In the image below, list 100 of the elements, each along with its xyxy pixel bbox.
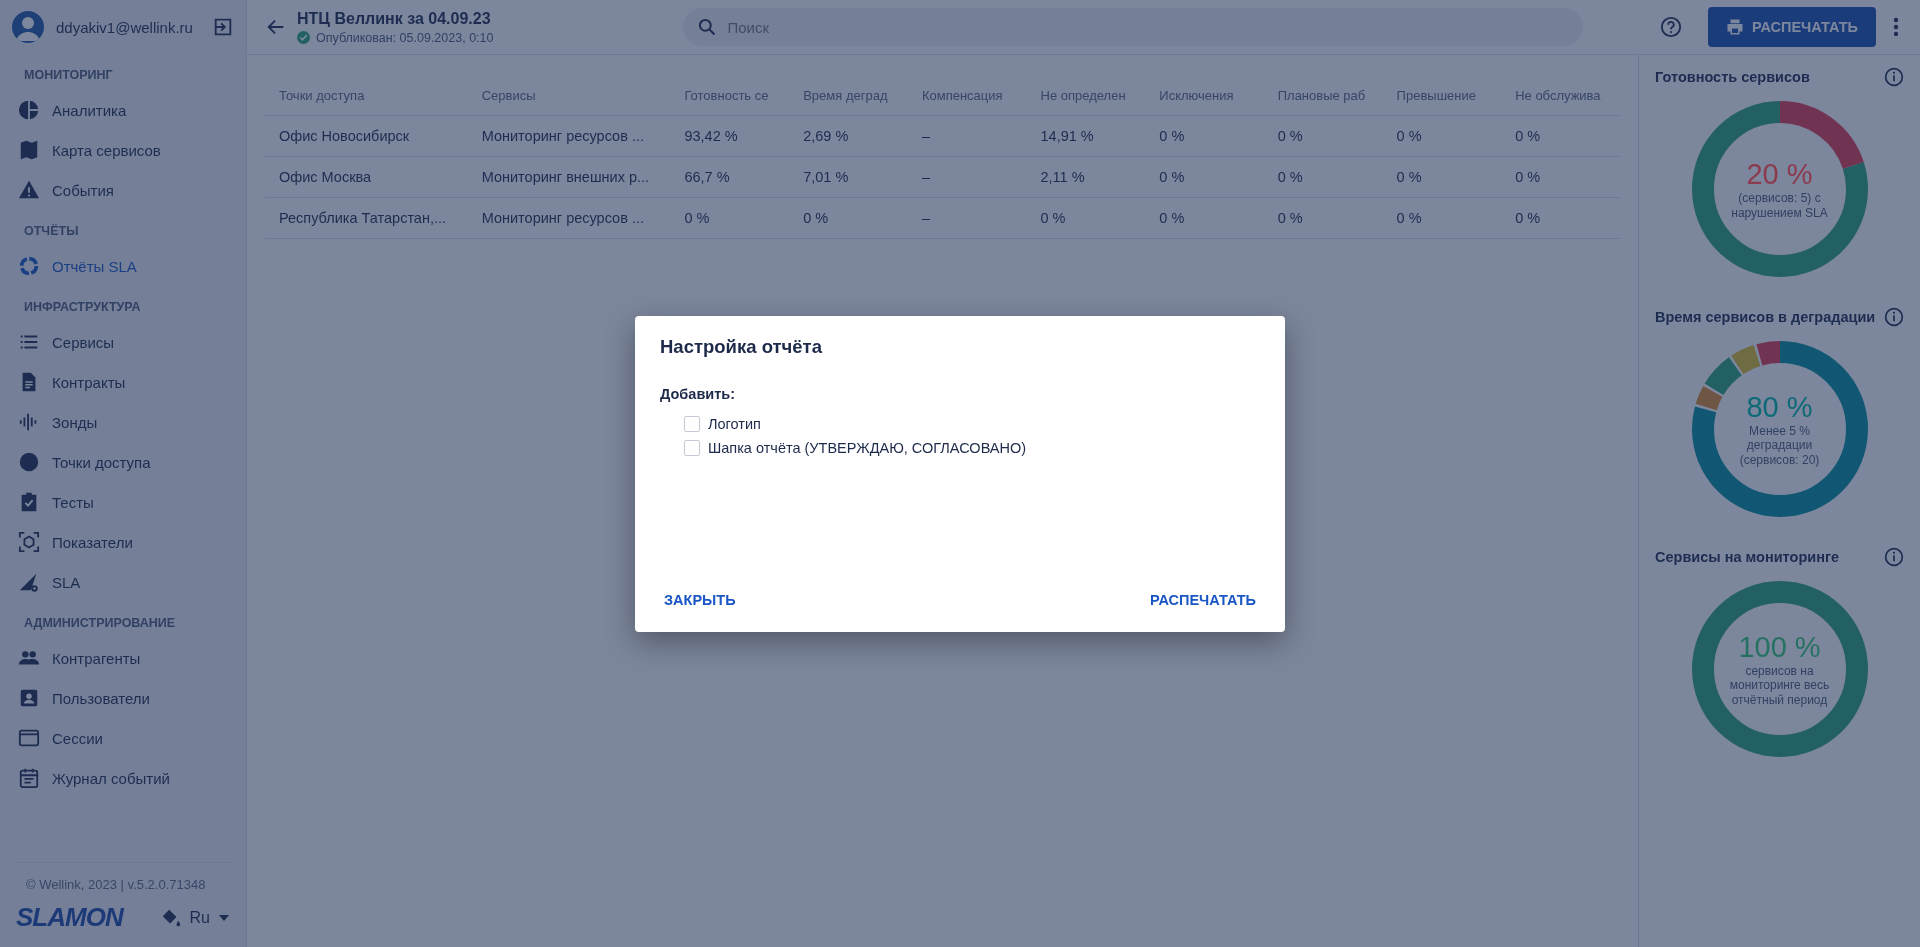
- table-cell: –: [907, 115, 1027, 157]
- caret-icon[interactable]: [218, 913, 230, 922]
- table-cell: 0 %: [1263, 115, 1383, 157]
- sidebar-item[interactable]: Контрагенты: [0, 638, 246, 678]
- table-cell: Мониторинг ресурсов ...: [467, 197, 671, 239]
- print-button[interactable]: РАСПЕЧАТАТЬ: [1146, 586, 1260, 614]
- dialog-label: Добавить:: [660, 386, 737, 402]
- check-circle-icon: [297, 31, 310, 44]
- widget-title: Сервисы на мониторинге: [1655, 549, 1839, 565]
- map-icon: [18, 139, 40, 161]
- window-icon: [18, 727, 40, 749]
- section-heading: ИНФРАСТРУКТУРА: [23, 299, 142, 316]
- widget-caption: Менее 5 % деградации (сервисов: 20): [1738, 423, 1821, 468]
- sidebar-item[interactable]: Показатели: [0, 522, 246, 562]
- print-button[interactable]: РАСПЕЧАТАТЬ: [1708, 7, 1876, 47]
- table-cell: 93,42 %: [670, 115, 790, 157]
- column-header[interactable]: Сервисы: [467, 75, 671, 116]
- column-header[interactable]: Компенсация: [907, 75, 1027, 116]
- checkbox-label[interactable]: Логотип: [708, 416, 761, 432]
- widget-title: Готовность сервисов: [1655, 69, 1810, 85]
- table-cell: –: [907, 156, 1027, 198]
- sidebar-item[interactable]: Точки доступа: [0, 442, 246, 482]
- section-heading: МОНИТОРИНГ: [23, 67, 114, 84]
- sidebar-item[interactable]: Зонды: [0, 402, 246, 442]
- info-icon[interactable]: [1884, 547, 1904, 567]
- language-selector[interactable]: Ru: [189, 908, 210, 927]
- column-header[interactable]: Исключения: [1145, 75, 1264, 116]
- table-cell: –: [907, 197, 1027, 239]
- user-card-icon: [18, 687, 40, 709]
- sidebar-item[interactable]: Тесты: [0, 482, 246, 522]
- column-header[interactable]: Не обслужива: [1501, 75, 1620, 116]
- printer-icon: [1726, 18, 1744, 36]
- table-cell: 0 %: [1382, 197, 1502, 239]
- section-heading: ОТЧЁТЫ: [23, 223, 80, 240]
- column-header[interactable]: Не определен: [1026, 75, 1146, 116]
- checkbox-label[interactable]: Шапка отчёта (УТВЕРЖДАЮ, СОГЛАСОВАНО): [708, 440, 1027, 456]
- sidebar-item[interactable]: Отчёты SLA: [0, 246, 246, 286]
- sidebar-item[interactable]: Контракты: [0, 362, 246, 402]
- column-header[interactable]: Точки доступа: [265, 75, 468, 116]
- calendar-icon: [18, 767, 40, 789]
- table-cell: Республика Татарстан,...: [265, 197, 468, 239]
- sidebar-item[interactable]: Аналитика: [0, 90, 246, 130]
- pie-chart-icon: [18, 99, 40, 121]
- avatar-icon[interactable]: [12, 11, 44, 43]
- user-email: ddyakiv1@wellink.ru: [56, 18, 194, 36]
- checkbox[interactable]: [684, 440, 700, 456]
- table-cell: 2,69 %: [789, 115, 908, 157]
- column-header[interactable]: Плановые раб: [1263, 75, 1383, 116]
- sidebar-item[interactable]: Пользователи: [0, 678, 246, 718]
- table-cell: 0 %: [789, 197, 908, 239]
- table-cell: 0 %: [1145, 115, 1264, 157]
- table-cell: 14,91 %: [1026, 115, 1146, 157]
- column-header[interactable]: Превышение: [1382, 75, 1502, 116]
- ring-icon: [18, 255, 40, 277]
- table-cell: 0 %: [1382, 115, 1502, 157]
- checkbox[interactable]: [684, 416, 700, 432]
- percentage-value: 100 %: [1738, 630, 1821, 664]
- widget-caption: (сервисов: 5) с нарушением SLA: [1730, 191, 1829, 220]
- table-cell: Офис Москва: [265, 156, 468, 198]
- sidebar-item[interactable]: Сессии: [0, 718, 246, 758]
- close-button[interactable]: ЗАКРЫТЬ: [660, 586, 740, 614]
- percentage-value: 20 %: [1746, 158, 1813, 192]
- table-cell: 0 %: [1145, 197, 1264, 239]
- dialog-title: Настройка отчёта: [660, 336, 823, 358]
- table-cell: 7,01 %: [789, 156, 908, 198]
- table-cell: Мониторинг ресурсов ...: [467, 115, 671, 157]
- sidebar-item[interactable]: SLA: [0, 562, 246, 602]
- column-header[interactable]: Время деград: [789, 75, 908, 116]
- table-cell: 2,11 %: [1026, 156, 1146, 198]
- table-cell: 0 %: [1263, 197, 1383, 239]
- table-cell: 0 %: [670, 197, 790, 239]
- copyright: © Wellink, 2023 | v.5.2.0.71348: [14, 862, 232, 892]
- section-heading: АДМИНИСТРИРОВАНИЕ: [23, 615, 177, 632]
- table-cell: 0 %: [1263, 156, 1383, 198]
- table-cell: 66,7 %: [670, 156, 790, 198]
- percentage-value: 80 %: [1746, 390, 1813, 424]
- sidebar-item[interactable]: Сервисы: [0, 322, 246, 362]
- info-icon[interactable]: [1884, 67, 1904, 87]
- widget-title: Время сервисов в деградации: [1655, 309, 1876, 325]
- table-cell: 0 %: [1145, 156, 1264, 198]
- table-cell: 0 %: [1501, 115, 1620, 157]
- logo: SLAMON: [16, 902, 123, 933]
- table-cell: 0 %: [1382, 156, 1502, 198]
- widget-caption: сервисов на мониторинге весь отчётный период: [1728, 663, 1831, 708]
- table-cell: 0 %: [1501, 197, 1620, 239]
- sidebar-item[interactable]: События: [0, 170, 246, 210]
- column-header[interactable]: Готовность се: [670, 75, 790, 116]
- sidebar-item[interactable]: Журнал событий: [0, 758, 246, 798]
- table-cell: Мониторинг внешних р...: [467, 156, 671, 198]
- warning-icon: [18, 179, 40, 201]
- publish-status: Опубликован: 05.09.2023, 0:10: [316, 30, 494, 45]
- table-cell: Офис Новосибирск: [265, 115, 468, 157]
- search-icon: [697, 17, 718, 37]
- logout-icon[interactable]: [212, 16, 234, 38]
- sidebar-item[interactable]: Карта сервисов: [0, 130, 246, 170]
- cube-icon: [18, 531, 40, 553]
- table-cell: 0 %: [1501, 156, 1620, 198]
- help-icon[interactable]: [1660, 16, 1682, 38]
- info-icon[interactable]: [1884, 307, 1904, 327]
- circle-icon: [18, 451, 40, 473]
